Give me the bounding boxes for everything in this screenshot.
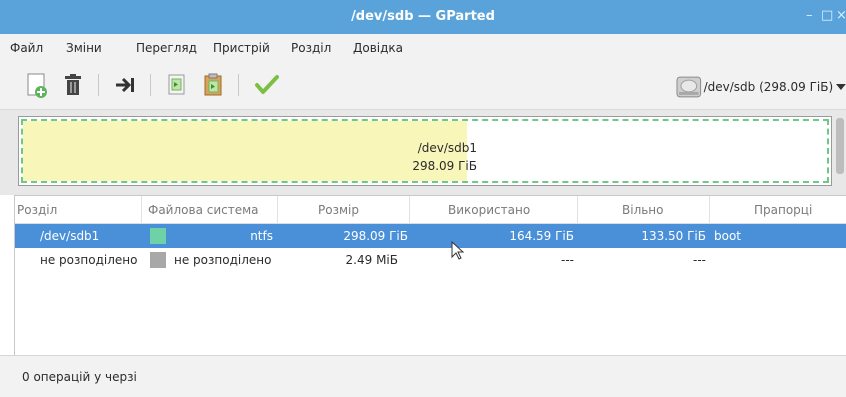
cell-free: 133.50 ГіБ — [641, 229, 706, 243]
cell-free: --- — [693, 253, 706, 267]
menu-edit[interactable]: Зміни — [66, 41, 102, 55]
partition-map-area: /dev/sdb1 298.09 ГіБ — [0, 110, 846, 195]
resize-move-icon — [116, 77, 134, 93]
device-selector[interactable]: /dev/sdb (298.09 ГіБ) — [676, 74, 846, 100]
partition-tile[interactable]: /dev/sdb1 298.09 ГіБ — [21, 119, 829, 183]
close-button[interactable]: × — [836, 9, 846, 23]
menu-file[interactable]: Файл — [10, 41, 43, 55]
device-label: /dev/sdb (298.09 ГіБ) — [703, 80, 834, 94]
cell-filesystem: ntfs — [250, 229, 273, 243]
partition-map-size: 298.09 ГіБ — [412, 159, 477, 173]
menu-help[interactable]: Довідка — [353, 41, 403, 55]
toolbar: /dev/sdb (298.09 ГіБ) — [0, 62, 846, 110]
filesystem-color-swatch — [150, 228, 166, 244]
maximize-button[interactable]: □ — [821, 9, 833, 23]
table-row[interactable]: /dev/sdb1 ntfs 298.09 ГіБ 164.59 ГіБ 133… — [15, 224, 846, 248]
menu-bar: Файл Зміни Перегляд Пристрій Розділ Дові… — [0, 34, 846, 62]
copy-icon — [168, 74, 185, 95]
col-flags[interactable]: Прапорці — [710, 196, 846, 224]
col-size[interactable]: Розмір — [278, 196, 410, 224]
partition-map-name: /dev/sdb1 — [417, 141, 477, 155]
apply-button[interactable] — [252, 70, 282, 100]
cell-used: 164.59 ГіБ — [509, 229, 574, 243]
col-free[interactable]: Вільно — [578, 196, 710, 224]
col-filesystem[interactable]: Файлова система — [142, 196, 278, 224]
partition-table: Розділ Файлова система Розмір Використан… — [14, 195, 846, 355]
title-bar: /dev/sdb — GParted – □ × — [0, 0, 846, 34]
disk-map: /dev/sdb1 298.09 ГіБ — [18, 116, 832, 186]
paste-icon — [204, 73, 222, 96]
table-header: Розділ Файлова система Розмір Використан… — [15, 196, 846, 224]
minimize-button[interactable]: – — [806, 9, 813, 23]
menu-view[interactable]: Перегляд — [136, 41, 197, 55]
cell-partition: /dev/sdb1 — [40, 229, 100, 243]
cell-used: --- — [561, 253, 574, 267]
apply-icon — [255, 75, 279, 94]
cell-filesystem: не розподілено — [174, 253, 272, 267]
cell-size: 2.49 МіБ — [345, 253, 398, 267]
pending-operations-status: 0 операцій у черзі — [22, 370, 137, 384]
delete-icon — [65, 74, 81, 95]
toolbar-separator — [238, 74, 239, 96]
new-partition-button[interactable] — [22, 70, 52, 100]
resize-move-button[interactable] — [110, 70, 140, 100]
filesystem-color-swatch — [150, 252, 166, 268]
cell-size: 298.09 ГіБ — [343, 229, 408, 243]
paste-button[interactable] — [198, 70, 228, 100]
delete-button[interactable] — [58, 70, 88, 100]
cell-partition: не розподілено — [40, 253, 138, 267]
chevron-down-icon — [836, 84, 846, 90]
disk-icon — [676, 76, 702, 98]
menu-device[interactable]: Пристрій — [213, 41, 270, 55]
status-bar: 0 операцій у черзі — [0, 355, 846, 397]
toolbar-separator — [98, 74, 99, 96]
map-scrollbar[interactable] — [836, 118, 844, 174]
col-used[interactable]: Використано — [410, 196, 578, 224]
table-row[interactable]: не розподілено не розподілено 2.49 МіБ -… — [15, 248, 846, 272]
menu-partition[interactable]: Розділ — [291, 41, 331, 55]
cell-flags: boot — [714, 229, 742, 243]
col-partition[interactable]: Розділ — [15, 196, 142, 224]
new-partition-icon — [27, 73, 47, 98]
mouse-cursor-icon — [451, 241, 465, 260]
copy-button[interactable] — [162, 70, 192, 100]
toolbar-separator — [150, 74, 151, 96]
window-title: /dev/sdb — GParted — [351, 9, 495, 24]
